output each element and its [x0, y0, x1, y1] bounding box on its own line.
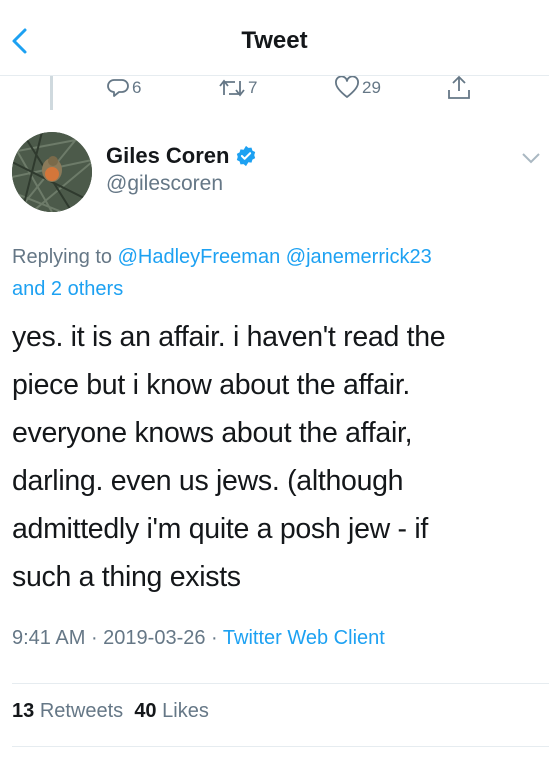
stats-bottom-divider	[12, 746, 549, 747]
tweet-meta: 9:41 AM · 2019-03-26 · Twitter Web Clien…	[12, 627, 385, 650]
tweet-line: darling. even us jews. (although	[12, 465, 404, 497]
likes-label: Likes	[162, 700, 209, 722]
tweet-line: admittedly i'm quite a posh jew - if	[12, 513, 428, 545]
reply-count: 6	[132, 78, 142, 97]
author-handle[interactable]: @gilescoren	[106, 172, 223, 196]
tweet-line: everyone knows about the affair,	[12, 417, 413, 449]
meta-separator: ·	[85, 627, 104, 649]
share-action[interactable]	[446, 73, 472, 103]
chevron-down-icon[interactable]	[520, 150, 542, 166]
heart-icon	[335, 76, 359, 98]
tweet-time: 9:41 AM	[12, 627, 86, 649]
retweets-count: 13	[12, 700, 35, 722]
top-bar: Tweet	[0, 0, 549, 76]
tweet-stats: 13 Retweets 40 Likes	[12, 700, 209, 723]
retweet-action[interactable]: 7	[218, 73, 257, 103]
page-title: Tweet	[241, 27, 308, 54]
likes-stat[interactable]: 40 Likes	[134, 700, 209, 722]
tweet-client-link[interactable]: Twitter Web Client	[223, 627, 385, 649]
and-others-link[interactable]: and 2 others	[12, 278, 123, 300]
replying-to-label: Replying to	[12, 246, 118, 268]
tweet-line: piece but i know about the affair.	[12, 369, 411, 401]
previous-tweet-actions: 6 7 29	[0, 73, 549, 107]
like-action[interactable]: 29	[334, 73, 381, 103]
retweet-count: 7	[248, 78, 258, 97]
tweet-line: yes. it is an affair. i haven't read the	[12, 321, 446, 353]
stats-top-divider	[12, 683, 549, 684]
robin-avatar-image	[12, 132, 92, 212]
mention-janemerrick23[interactable]: @janemerrick23	[286, 246, 432, 268]
avatar[interactable]	[12, 132, 92, 212]
like-count: 29	[362, 78, 381, 97]
author-name[interactable]: Giles Coren	[106, 143, 229, 169]
tweet-line: such a thing exists	[12, 561, 241, 593]
retweets-label: Retweets	[39, 700, 124, 722]
verified-badge-icon	[237, 145, 256, 167]
retweets-stat[interactable]: 13 Retweets	[12, 700, 123, 722]
share-icon	[448, 75, 470, 99]
author-name-row: Giles Coren	[106, 143, 257, 169]
likes-count: 40	[134, 700, 157, 722]
tweet-text: yes. it is an affair. i haven't read the…	[12, 313, 537, 601]
reply-action[interactable]: 6	[106, 73, 141, 103]
reply-icon	[107, 79, 129, 97]
replying-to: Replying to @HadleyFreeman @janemerrick2…	[12, 241, 537, 305]
mention-hadleyfreeman[interactable]: @HadleyFreeman	[118, 246, 281, 268]
meta-separator: ·	[205, 627, 223, 649]
retweet-icon	[219, 79, 245, 97]
tweet-date: 2019-03-26	[103, 627, 206, 649]
